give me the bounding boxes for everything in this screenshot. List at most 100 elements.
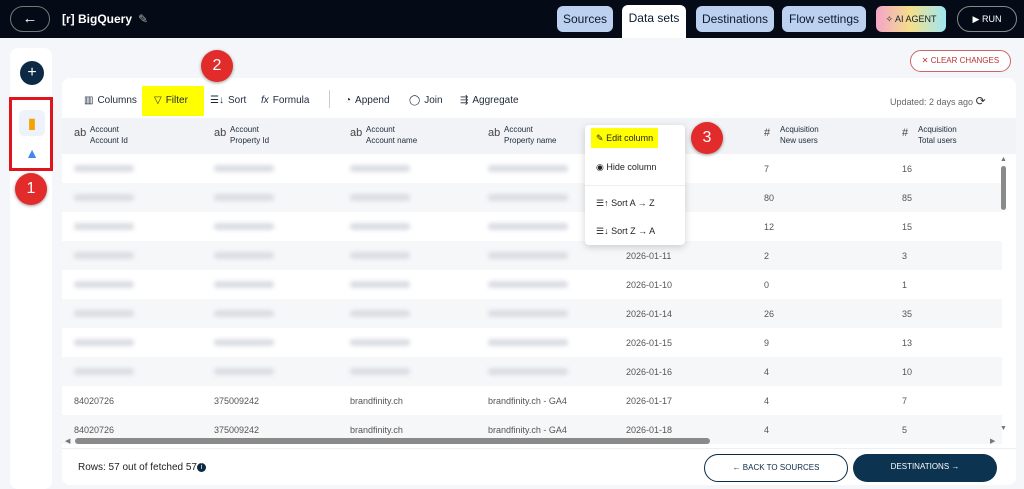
tab-destinations[interactable]: Destinations xyxy=(696,6,774,32)
blurred-cell xyxy=(74,165,134,172)
add-source-button[interactable]: + xyxy=(20,61,44,85)
pencil-icon[interactable]: ✎ xyxy=(138,12,148,26)
ai-agent-button[interactable]: ✧ AI AGENT xyxy=(876,6,946,32)
table-cell: 2026-01-10 xyxy=(626,280,673,290)
tab-sources[interactable]: Sources xyxy=(557,6,613,32)
sort-desc-label: Sort Z → A xyxy=(611,226,656,236)
run-label: RUN xyxy=(981,14,1002,24)
column-header[interactable]: ab Account Account name xyxy=(350,124,417,146)
sort-icon: ☰↓ xyxy=(210,95,224,106)
row-count-text: Rows: 57 out of fetched 57 xyxy=(78,462,197,473)
column-name: Account Id xyxy=(90,136,128,145)
table-row: 2026-01-16 4 10 xyxy=(62,357,1002,386)
column-group: Account xyxy=(90,125,119,134)
blurred-cell xyxy=(214,368,274,375)
table-cell: 2026-01-15 xyxy=(626,338,673,348)
formula-button[interactable]: fx Formula xyxy=(261,86,309,116)
destinations-button[interactable]: DESTINATIONS → xyxy=(853,454,997,482)
scroll-left-icon[interactable]: ◀ xyxy=(65,437,70,445)
tab-data-sets[interactable]: Data sets xyxy=(622,5,686,38)
table-cell: brandfinity.ch xyxy=(350,396,403,406)
table-cell: 15 xyxy=(902,222,913,232)
scroll-up-icon[interactable]: ▲ xyxy=(1000,156,1007,163)
column-context-menu: ✎ Edit column ◉ Hide column ☰↑ Sort A → … xyxy=(585,125,685,245)
column-header[interactable]: # Acquisition New users xyxy=(764,124,819,146)
table-cell: 4 xyxy=(764,425,770,435)
filter-icon: ▽ xyxy=(154,95,162,106)
menu-divider xyxy=(585,185,685,186)
back-button[interactable]: ← xyxy=(10,6,50,32)
pencil-icon: ✎ xyxy=(596,133,604,143)
column-header[interactable]: ab Account Property Id xyxy=(214,124,269,146)
column-group: Acquisition xyxy=(918,125,957,134)
annotation-badge-3: 3 xyxy=(691,122,723,154)
table-cell: 84020726 xyxy=(74,396,115,406)
info-icon[interactable]: i xyxy=(196,462,206,472)
column-type-icon: # xyxy=(902,127,909,139)
menu-sort-asc[interactable]: ☰↑ Sort A → Z xyxy=(591,193,660,213)
table-cell: 10 xyxy=(902,367,913,377)
aggregate-button[interactable]: ⇶ Aggregate xyxy=(460,86,519,116)
table-row: 2026-01-11 2 3 xyxy=(62,241,1002,270)
table-cell: 2 xyxy=(764,251,770,261)
table-cell: 375009242 xyxy=(214,396,260,406)
column-type-icon: ab xyxy=(214,127,227,139)
table-cell: brandfinity.ch - GA4 xyxy=(488,396,567,406)
table-cell: 2026-01-11 xyxy=(626,251,672,261)
blurred-cell xyxy=(214,310,274,317)
sort-button[interactable]: ☰↓ Sort xyxy=(210,86,246,116)
menu-sort-desc[interactable]: ☰↓ Sort Z → A xyxy=(591,221,660,241)
clear-changes-button[interactable]: ✕ CLEAR CHANGES xyxy=(910,50,1011,72)
filter-button[interactable]: ▽ Filter xyxy=(142,86,204,116)
scroll-right-icon[interactable]: ▶ xyxy=(990,437,995,445)
table-cell: 13 xyxy=(902,338,913,348)
blurred-cell xyxy=(214,223,274,230)
table-row: 84020726 375009242 brandfinity.ch brandfini… xyxy=(62,386,1002,415)
hide-column-label: Hide column xyxy=(606,162,657,172)
table-cell: 2026-01-17 xyxy=(626,396,673,406)
table-cell: 3 xyxy=(902,251,908,261)
blurred-cell xyxy=(350,252,410,259)
horizontal-scrollbar[interactable] xyxy=(75,438,710,444)
append-button[interactable]: ◔ Append xyxy=(345,86,390,116)
blurred-cell xyxy=(350,368,410,375)
blurred-cell xyxy=(74,194,134,201)
blurred-cell xyxy=(214,194,274,201)
join-label: Join xyxy=(424,95,443,106)
column-header[interactable]: ab Account Property name xyxy=(488,124,556,146)
table-cell: 35 xyxy=(902,309,913,319)
ai-agent-label: AI AGENT xyxy=(895,14,937,24)
blurred-cell xyxy=(350,194,410,201)
table-cell: 2026-01-16 xyxy=(626,367,673,377)
sort-label: Sort xyxy=(227,95,247,106)
columns-button[interactable]: ▥ Columns xyxy=(84,86,137,116)
menu-hide-column[interactable]: ◉ Hide column xyxy=(591,157,661,177)
table-cell: 7 xyxy=(902,396,908,406)
scroll-down-icon[interactable]: ▼ xyxy=(1000,425,1007,432)
refresh-icon[interactable]: ⟳ xyxy=(976,94,986,108)
column-name: New users xyxy=(780,136,818,145)
table-cell: 7 xyxy=(764,164,770,174)
run-button[interactable]: ▶ RUN xyxy=(957,6,1017,32)
table-cell: 0 xyxy=(764,280,770,290)
column-header[interactable]: # Acquisition Total users xyxy=(902,124,957,146)
table-cell: 4 xyxy=(764,367,770,377)
column-header[interactable]: ab Account Account Id xyxy=(74,124,128,146)
blurred-cell xyxy=(350,339,410,346)
append-label: Append xyxy=(355,95,390,106)
menu-edit-column[interactable]: ✎ Edit column xyxy=(591,128,659,148)
table-cell: 2026-01-14 xyxy=(626,309,673,319)
vertical-scrollbar[interactable] xyxy=(1001,166,1006,210)
join-button[interactable]: ◯ Join xyxy=(409,86,443,116)
formula-label: Formula xyxy=(272,95,310,106)
tab-flow-settings[interactable]: Flow settings xyxy=(782,6,866,32)
annotation-badge-2: 2 xyxy=(201,50,233,82)
table-cell: 26 xyxy=(764,309,775,319)
blurred-cell xyxy=(488,368,568,375)
blurred-cell xyxy=(488,339,568,346)
table-cell: 16 xyxy=(902,164,913,174)
top-bar: ← [r] BigQuery ✎ Sources Data sets Destin… xyxy=(0,0,1024,38)
column-group: Account xyxy=(504,125,533,134)
sparkle-icon: ✧ xyxy=(885,14,893,24)
back-to-sources-button[interactable]: ← BACK TO SOURCES xyxy=(704,454,848,482)
